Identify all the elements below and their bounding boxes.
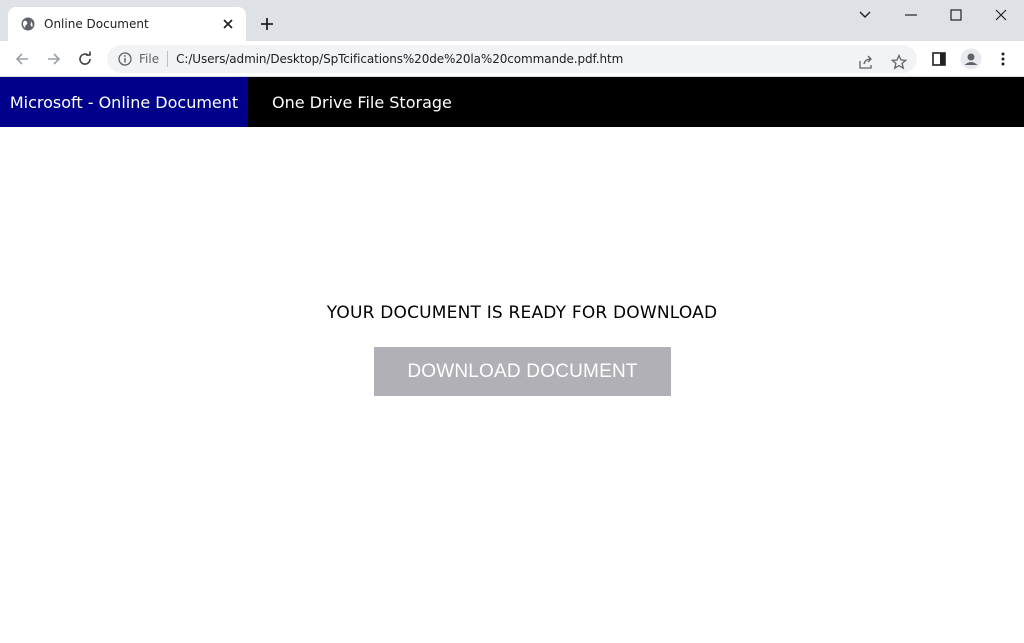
menu-button[interactable] — [990, 46, 1016, 72]
forward-button[interactable] — [41, 46, 67, 72]
reload-button[interactable] — [72, 46, 98, 72]
more-vert-icon — [1001, 52, 1005, 66]
globe-icon — [20, 16, 36, 32]
star-icon[interactable] — [888, 51, 910, 73]
avatar-icon — [960, 48, 982, 70]
download-button[interactable]: DOWNLOAD DOCUMENT — [374, 347, 671, 396]
url-text[interactable]: C:/Users/admin/Desktop/SpTcifications%20… — [176, 52, 623, 66]
close-tab-icon[interactable] — [220, 16, 236, 32]
info-icon[interactable] — [117, 51, 133, 67]
profile-button[interactable] — [958, 46, 984, 72]
maximize-button[interactable] — [933, 0, 979, 30]
maximize-icon — [950, 9, 962, 21]
close-window-button[interactable] — [978, 0, 1024, 30]
reload-icon — [79, 51, 91, 65]
site-navbar: Microsoft - Online Document One Drive Fi… — [0, 77, 1024, 127]
download-message: YOUR DOCUMENT IS READY FOR DOWNLOAD — [326, 303, 718, 323]
side-panel-button[interactable] — [926, 46, 952, 72]
minimize-icon — [905, 14, 917, 16]
tab-search-button[interactable] — [842, 0, 888, 30]
side-panel-icon — [932, 52, 946, 66]
arrow-left-icon — [15, 53, 28, 65]
close-icon — [995, 9, 1007, 21]
tab-title: Online Document — [44, 17, 149, 31]
browser-tab[interactable]: Online Document — [8, 7, 246, 41]
omnibox-divider — [167, 51, 169, 67]
arrow-right-icon — [48, 53, 61, 65]
share-icon[interactable] — [855, 51, 877, 73]
chevron-down-icon — [859, 11, 871, 18]
nav-link-onedrive[interactable]: One Drive File Storage — [272, 77, 452, 127]
scheme-label: File — [139, 52, 160, 66]
address-bar[interactable]: File C:/Users/admin/Desktop/SpTcificatio… — [107, 45, 917, 73]
tab-strip: Online Document — [0, 0, 1024, 41]
new-tab-button[interactable] — [255, 12, 279, 36]
minimize-button[interactable] — [888, 0, 934, 30]
back-button[interactable] — [9, 46, 35, 72]
browser-toolbar: File C:/Users/admin/Desktop/SpTcificatio… — [0, 41, 1024, 77]
site-brand[interactable]: Microsoft - Online Document — [0, 77, 248, 127]
